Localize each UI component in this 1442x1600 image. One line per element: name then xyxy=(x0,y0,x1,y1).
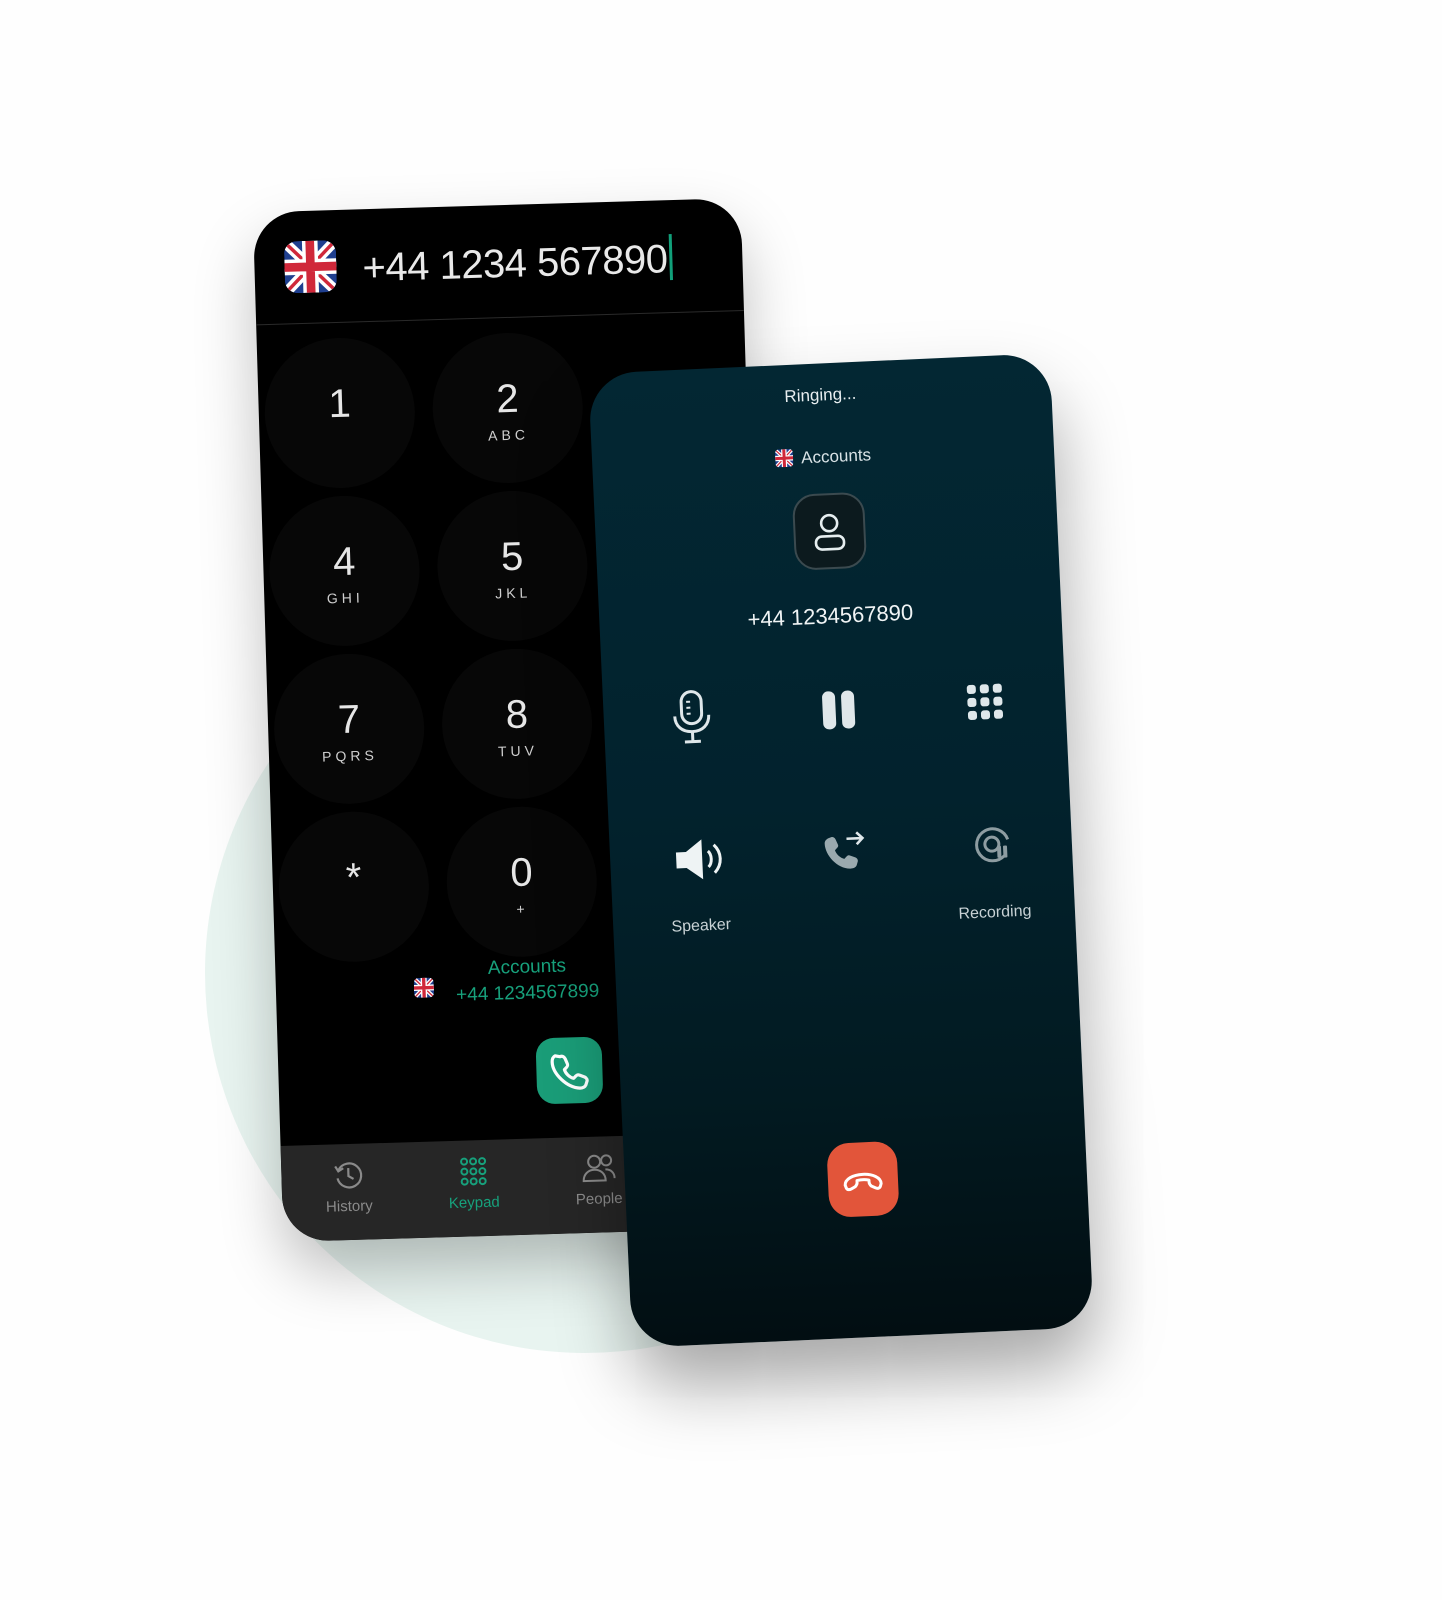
key-1[interactable]: 1 xyxy=(262,335,418,491)
calling-account-selector[interactable]: Accounts +44 1234567899 xyxy=(413,955,600,1007)
key-digit: 2 xyxy=(495,376,520,422)
key-4[interactable]: 4 GHI xyxy=(267,493,422,649)
dialed-number-input[interactable]: +44 1234 567890 xyxy=(361,234,674,291)
end-call-button[interactable] xyxy=(826,1140,900,1218)
keypad-icon xyxy=(966,683,1004,720)
tab-keypad[interactable]: Keypad xyxy=(428,1153,520,1213)
key-digit: 8 xyxy=(505,692,529,738)
microphone-icon xyxy=(673,690,711,744)
uk-flag-icon[interactable] xyxy=(283,240,338,294)
key-0[interactable]: 0 + xyxy=(444,804,599,959)
key-7[interactable]: 7 PQRS xyxy=(271,651,427,807)
key-digit: 1 xyxy=(327,381,352,427)
tab-label: Keypad xyxy=(448,1193,500,1213)
control-label xyxy=(933,760,1043,765)
key-star[interactable]: * xyxy=(276,809,432,964)
tab-label: History xyxy=(325,1197,373,1216)
transfer-button[interactable] xyxy=(789,820,903,913)
call-status: Ringing... xyxy=(783,383,857,407)
key-2[interactable]: 2 ABC xyxy=(430,330,585,486)
key-letters: TUV xyxy=(497,742,539,760)
call-account: Accounts xyxy=(592,437,1054,478)
account-number: +44 1234567899 xyxy=(455,980,600,1006)
key-letters: GHI xyxy=(326,589,364,607)
control-label xyxy=(793,908,903,913)
tab-label: People xyxy=(575,1189,623,1209)
call-account-name: Accounts xyxy=(800,445,872,468)
keypad-icon xyxy=(460,1157,487,1186)
phone-icon xyxy=(550,1054,589,1090)
hold-button[interactable] xyxy=(782,678,896,771)
key-digit: 0 xyxy=(509,850,534,896)
recording-icon xyxy=(975,827,1010,863)
tab-history[interactable]: History xyxy=(303,1157,395,1217)
mute-button[interactable] xyxy=(636,685,750,778)
control-label xyxy=(786,766,896,771)
key-letters xyxy=(279,904,429,908)
transfer-call-icon xyxy=(824,831,865,869)
speaker-icon xyxy=(675,839,722,880)
control-label xyxy=(640,773,750,778)
dial-header: +44 1234 567890 xyxy=(252,197,744,326)
pause-icon xyxy=(822,690,856,730)
account-name: Accounts xyxy=(487,955,567,979)
control-label: Speaker xyxy=(671,916,732,936)
key-digit: 4 xyxy=(332,539,357,585)
call-phone: Ringing... Accounts +44 1234567890 Speak… xyxy=(588,353,1094,1348)
key-letters: JKL xyxy=(494,584,532,602)
contact-avatar xyxy=(791,491,868,571)
key-letters: PQRS xyxy=(321,746,379,765)
key-digit: 5 xyxy=(500,534,524,580)
recording-button[interactable]: Recording xyxy=(936,814,1051,925)
dialed-number-text: +44 1234 567890 xyxy=(361,237,669,291)
hang-up-icon xyxy=(843,1172,883,1192)
control-label: Recording xyxy=(958,902,1032,923)
key-digit: 7 xyxy=(337,697,361,743)
key-8[interactable]: 8 TUV xyxy=(439,646,595,802)
text-caret xyxy=(668,234,674,281)
person-icon xyxy=(814,513,846,551)
history-icon xyxy=(334,1162,363,1189)
people-icon xyxy=(582,1154,616,1183)
calling-number: +44 1234567890 xyxy=(746,599,914,632)
uk-flag-icon xyxy=(774,448,794,468)
key-digit: * xyxy=(345,855,363,900)
call-button[interactable] xyxy=(535,1036,604,1105)
key-letters: ABC xyxy=(487,426,530,444)
key-5[interactable]: 5 JKL xyxy=(435,488,590,644)
key-letters xyxy=(265,430,415,434)
key-letters: + xyxy=(516,900,529,917)
uk-flag-icon xyxy=(413,977,435,999)
keypad-button[interactable] xyxy=(929,672,1043,765)
speaker-button[interactable]: Speaker xyxy=(642,827,757,938)
